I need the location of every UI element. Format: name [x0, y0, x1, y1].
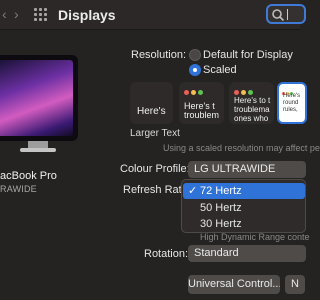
radio-scaled[interactable] [189, 64, 201, 76]
scale-tile-3[interactable]: Here's to t troublema ones who [229, 82, 274, 124]
colour-profile-label: Colour Profile: [120, 163, 190, 175]
menu-item-label: 50 Hertz [200, 202, 242, 214]
window-controls-icon [184, 86, 205, 98]
resolution-label: Resolution: [131, 49, 187, 61]
menu-item-72-hertz[interactable]: ✓ 72 Hertz [183, 183, 305, 199]
text-caret [287, 9, 288, 20]
wallpaper-image [0, 60, 73, 136]
monitor-screen [0, 55, 78, 141]
hdr-hint: High Dynamic Range conte [200, 232, 310, 242]
scale-tile-text: Here's to t troublema ones who [234, 96, 271, 123]
scale-tile-2[interactable]: Here's t troublem [179, 82, 224, 124]
title-bar: ‹ › Displays [0, 0, 306, 30]
scale-tile-text: Here's round rules, [283, 93, 301, 113]
menu-item-50-hertz[interactable]: 50 Hertz [183, 200, 305, 216]
universal-control-button[interactable]: Universal Control... [188, 275, 280, 294]
colour-profile-select[interactable]: LG ULTRAWIDE [188, 161, 306, 178]
display-name: acBook Pro [0, 170, 57, 182]
display-subtitle: RAWIDE [0, 184, 37, 194]
larger-text-caption: Larger Text [130, 128, 180, 139]
display-thumbnail[interactable] [0, 55, 80, 155]
menu-item-label: 30 Hertz [200, 218, 242, 230]
rotation-value: Standard [194, 247, 239, 259]
scale-tile-1[interactable]: Here's [130, 82, 173, 124]
window-title: Displays [58, 7, 116, 23]
monitor-base [20, 148, 56, 152]
rotation-select[interactable]: Standard [188, 245, 306, 262]
search-input[interactable] [266, 4, 306, 24]
default-for-display-label[interactable]: Default for Display [203, 49, 293, 61]
show-all-grid-icon[interactable] [34, 8, 48, 22]
night-shift-button[interactable]: N [285, 275, 305, 294]
back-chevron-icon[interactable]: ‹ [2, 6, 7, 22]
refresh-rate-dropdown-menu[interactable]: ✓ 72 Hertz 50 Hertz 30 Hertz [181, 179, 306, 233]
rotation-label: Rotation: [144, 248, 189, 260]
scaled-label[interactable]: Scaled [203, 64, 237, 76]
scale-tile-text: Here's [137, 106, 166, 117]
forward-chevron-icon[interactable]: › [14, 6, 19, 22]
colour-profile-value: LG ULTRAWIDE [194, 163, 276, 175]
checkmark-icon: ✓ [188, 185, 198, 197]
refresh-rate-label: Refresh Rate [123, 184, 188, 196]
search-icon [272, 9, 285, 22]
scale-tile-text: Here's t troublem [184, 101, 220, 120]
radio-default-for-display[interactable] [189, 49, 201, 61]
menu-item-30-hertz[interactable]: 30 Hertz [183, 216, 305, 232]
scaled-resolution-hint: Using a scaled resolution may affect per… [163, 143, 320, 153]
menu-item-label: 72 Hertz [200, 185, 242, 197]
scale-tile-4-selected[interactable]: Here's round rules, [277, 82, 307, 124]
